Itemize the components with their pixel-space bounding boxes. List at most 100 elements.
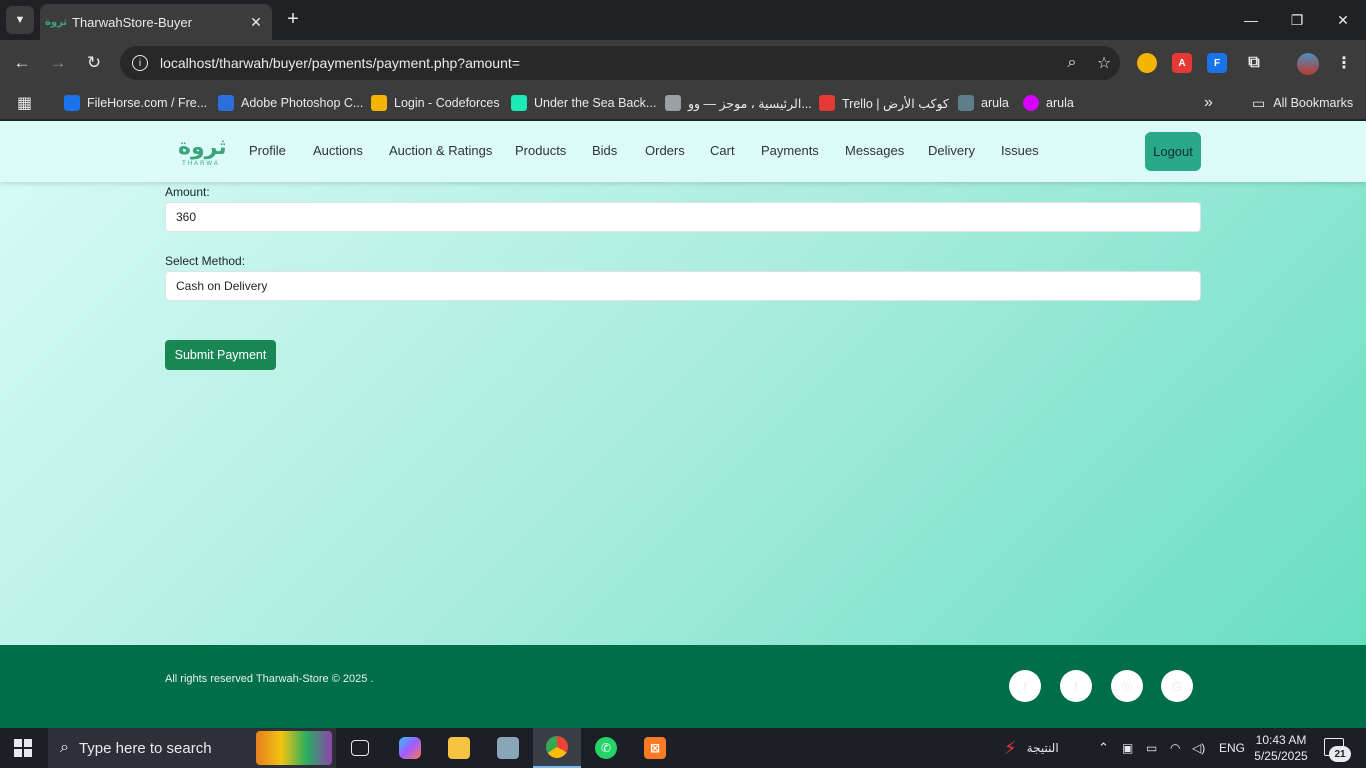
nav-delivery[interactable]: Delivery bbox=[928, 143, 975, 158]
file-explorer-icon[interactable] bbox=[435, 728, 483, 768]
nav-auctions[interactable]: Auctions bbox=[313, 143, 363, 158]
site-navbar: ثروة THARWA Profile Auctions Auction & R… bbox=[0, 121, 1366, 182]
site-info-icon[interactable]: i bbox=[132, 55, 148, 71]
minimize-icon[interactable]: — bbox=[1228, 0, 1274, 40]
bookmark-favicon-icon bbox=[665, 95, 681, 111]
bookmark-item[interactable]: arula bbox=[1023, 92, 1074, 114]
nav-payments[interactable]: Payments bbox=[761, 143, 819, 158]
extension-icon[interactable]: F bbox=[1207, 53, 1227, 73]
copilot-icon[interactable] bbox=[386, 728, 434, 768]
restore-icon[interactable]: ❐ bbox=[1274, 0, 1320, 40]
bookmarks-overflow-icon[interactable]: » bbox=[1204, 92, 1213, 114]
nav-profile[interactable]: Profile bbox=[249, 143, 286, 158]
logo-arabic: ثروة bbox=[178, 135, 227, 160]
facebook-icon[interactable]: f bbox=[1009, 670, 1041, 702]
volume-icon[interactable]: ◁) bbox=[1192, 728, 1205, 768]
close-window-icon[interactable]: ✕ bbox=[1320, 0, 1366, 40]
url-text[interactable]: localhost/tharwah/buyer/payments/payment… bbox=[160, 55, 1056, 71]
extension-icon[interactable] bbox=[1137, 53, 1157, 73]
tab-search-icon[interactable]: ▼ bbox=[6, 6, 34, 34]
nav-products[interactable]: Products bbox=[515, 143, 566, 158]
bookmark-favicon-icon bbox=[958, 95, 974, 111]
clock-time: 10:43 AM bbox=[1255, 733, 1307, 747]
tab-title: TharwahStore-Buyer bbox=[72, 14, 192, 30]
browser-tab[interactable]: ثروة TharwahStore-Buyer ✕ bbox=[40, 4, 272, 40]
bookmark-item[interactable]: FileHorse.com / Fre... bbox=[64, 92, 207, 114]
reload-icon[interactable]: ↻ bbox=[82, 51, 106, 75]
site-logo[interactable]: ثروة THARWA bbox=[178, 135, 227, 173]
nav-messages[interactable]: Messages bbox=[845, 143, 904, 158]
bookmarks-bar: ▦ FileHorse.com / Fre... Adobe Photoshop… bbox=[0, 86, 1366, 120]
instagram-icon[interactable]: ◎ bbox=[1111, 670, 1143, 702]
back-icon[interactable]: ← bbox=[10, 51, 34, 75]
search-icon: ⌕ bbox=[60, 739, 69, 756]
new-tab-button[interactable]: + bbox=[282, 8, 304, 30]
nav-issues[interactable]: Issues bbox=[1001, 143, 1039, 158]
amount-field[interactable]: 360 bbox=[165, 202, 1201, 232]
search-highlight-image bbox=[256, 731, 332, 765]
windows-taskbar: ⌕ Type here to search ✆ ⊠ ⚡ النتيجة ⌃ ▣ … bbox=[0, 728, 1366, 768]
bookmark-item[interactable]: Adobe Photoshop C... bbox=[218, 92, 363, 114]
browser-toolbar: ← → ↻ i localhost/tharwah/buyer/payments… bbox=[0, 40, 1366, 86]
profile-avatar[interactable] bbox=[1297, 53, 1319, 75]
whatsapp-icon[interactable]: ✆ bbox=[582, 728, 630, 768]
chrome-taskbar-icon[interactable] bbox=[533, 728, 581, 768]
bookmark-favicon-icon bbox=[819, 95, 835, 111]
tab-favicon: ثروة bbox=[44, 16, 68, 28]
bookmark-favicon-icon bbox=[64, 95, 80, 111]
submit-payment-button[interactable]: Submit Payment bbox=[165, 340, 276, 370]
bookmark-item[interactable]: الرئيسية ، موجز — وو... bbox=[665, 92, 812, 114]
nav-cart[interactable]: Cart bbox=[710, 143, 735, 158]
extensions-puzzle-icon[interactable]: ⧉ bbox=[1244, 53, 1264, 73]
all-bookmarks-button[interactable]: ▭ All Bookmarks bbox=[1252, 92, 1353, 114]
bookmark-item[interactable]: Login - Codeforces bbox=[371, 92, 500, 114]
xampp-icon[interactable]: ⊠ bbox=[631, 728, 679, 768]
extension-icon[interactable]: A bbox=[1172, 53, 1192, 73]
bookmark-item[interactable]: arula bbox=[958, 92, 1009, 114]
logout-button[interactable]: Logout bbox=[1145, 132, 1201, 171]
tab-close-icon[interactable]: ✕ bbox=[248, 14, 264, 31]
taskbar-clock[interactable]: 10:43 AM 5/25/2025 bbox=[1248, 732, 1314, 764]
tray-chevron-icon[interactable]: ⌃ bbox=[1098, 728, 1109, 768]
nav-bids[interactable]: Bids bbox=[592, 143, 617, 158]
news-widget[interactable]: ⚡ النتيجة bbox=[1004, 728, 1059, 768]
method-select[interactable]: Cash on Delivery bbox=[165, 271, 1201, 301]
bookmark-favicon-icon bbox=[371, 95, 387, 111]
apps-grid-icon[interactable]: ▦ bbox=[17, 92, 32, 114]
camera-icon[interactable]: ▣ bbox=[1122, 728, 1133, 768]
address-bar[interactable]: i localhost/tharwah/buyer/payments/payme… bbox=[120, 46, 1120, 80]
bookmark-favicon-icon bbox=[511, 95, 527, 111]
page-content: ثروة THARWA Profile Auctions Auction & R… bbox=[0, 121, 1366, 728]
search-placeholder: Type here to search bbox=[78, 739, 212, 757]
photos-app-icon[interactable] bbox=[484, 728, 532, 768]
news-logo-icon: ⚡ bbox=[1004, 737, 1017, 758]
logo-english: THARWA bbox=[182, 161, 220, 167]
windows-start-icon[interactable] bbox=[14, 739, 32, 757]
bookmark-favicon-icon bbox=[1023, 95, 1039, 111]
task-view-icon[interactable] bbox=[336, 728, 384, 768]
wifi-icon[interactable]: ◠ bbox=[1170, 728, 1180, 768]
zoom-icon[interactable]: ⌕ bbox=[1056, 54, 1088, 72]
browser-tabstrip: ▼ ثروة TharwahStore-Buyer ✕ + — ❐ ✕ bbox=[0, 0, 1366, 40]
forward-icon[interactable]: → bbox=[46, 51, 70, 75]
bookmark-favicon-icon bbox=[218, 95, 234, 111]
news-text: النتيجة bbox=[1026, 741, 1059, 755]
notification-badge: 21 bbox=[1329, 746, 1351, 762]
bookmark-star-icon[interactable]: ☆ bbox=[1088, 53, 1120, 73]
google-icon[interactable]: G bbox=[1161, 670, 1193, 702]
site-footer: All rights reserved Tharwah-Store © 2025… bbox=[0, 645, 1366, 728]
method-label: Select Method: bbox=[165, 254, 246, 268]
amount-label: Amount: bbox=[165, 185, 210, 199]
battery-icon[interactable]: ▭ bbox=[1146, 728, 1157, 768]
menu-kebab-icon[interactable]: ⋮ bbox=[1334, 53, 1354, 73]
language-indicator[interactable]: ENG bbox=[1219, 728, 1245, 768]
twitter-icon[interactable]: t bbox=[1060, 670, 1092, 702]
clock-date: 5/25/2025 bbox=[1254, 749, 1308, 763]
bookmark-item[interactable]: Under the Sea Back... bbox=[511, 92, 656, 114]
copyright-text: All rights reserved Tharwah-Store © 2025… bbox=[165, 673, 374, 685]
bookmark-item[interactable]: Trello | كوكب الأرض bbox=[819, 92, 949, 114]
folder-icon: ▭ bbox=[1252, 94, 1266, 111]
nav-orders[interactable]: Orders bbox=[645, 143, 685, 158]
taskbar-search[interactable]: ⌕ Type here to search bbox=[48, 728, 336, 768]
nav-auction-ratings[interactable]: Auction & Ratings bbox=[389, 143, 492, 158]
